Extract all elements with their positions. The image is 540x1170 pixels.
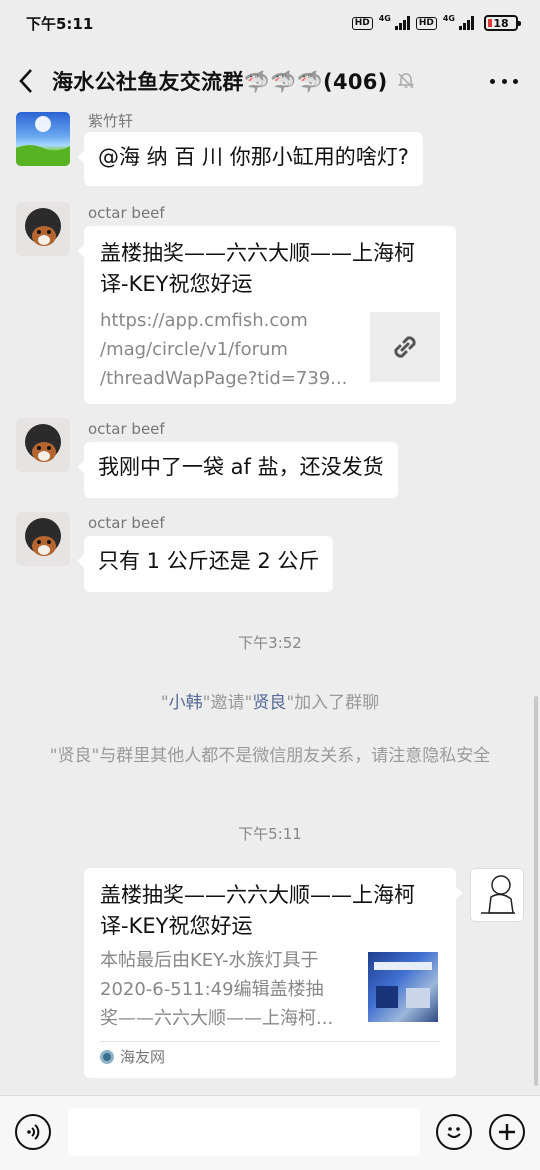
- dog-avatar-icon: [25, 518, 61, 556]
- card-desc-line-3: 奖——六六大顺——上海柯...: [100, 1008, 334, 1029]
- link-card-message[interactable]: 盖楼抽奖——六六大顺——上海柯译-KEY祝您好运 https://app.cmf…: [77, 226, 456, 404]
- sender-name: 紫竹轩: [88, 112, 134, 130]
- link-card-title: 盖楼抽奖——六六大顺——上海柯译-KEY祝您好运: [100, 241, 415, 296]
- status-icons: HD 4G HD 4G 18: [351, 14, 521, 31]
- avatar-zizhuxuan[interactable]: [16, 112, 70, 166]
- sys-text: "加入了群聊: [286, 693, 380, 713]
- timestamp: 下午3:52: [238, 634, 302, 652]
- battery-icon: 18: [484, 15, 521, 31]
- avatar-octar-beef[interactable]: [16, 202, 70, 256]
- back-arrow-icon: [19, 69, 32, 93]
- invitee-name-link[interactable]: 贤良: [252, 693, 286, 713]
- message-text: 只有 1 公斤还是 2 公斤: [98, 549, 320, 573]
- my-avatar[interactable]: [470, 868, 524, 922]
- card-source: 海友网: [100, 1042, 165, 1072]
- status-time: 下午5:11: [26, 14, 94, 33]
- voice-icon: [27, 1124, 40, 1140]
- system-privacy-message: "贤良"与群里其他人都不是微信朋友关系，请注意隐私安全: [49, 746, 491, 766]
- more-dots-icon: [490, 78, 495, 84]
- system-invite-message: "小韩"邀请"贤良"加入了群聊: [40, 690, 500, 716]
- emoji-button[interactable]: [436, 1114, 472, 1150]
- scrollbar-thumb[interactable]: [534, 696, 538, 1086]
- avatar-octar-beef[interactable]: [16, 512, 70, 566]
- network-type: 4G: [442, 14, 455, 23]
- card-desc-line-1: 本帖最后由KEY-水族灯具于: [100, 950, 319, 971]
- card-thumbnail-image: [368, 952, 438, 1022]
- card-source-name: 海友网: [120, 1048, 166, 1066]
- message-input[interactable]: [68, 1108, 420, 1156]
- dog-avatar-icon: [25, 424, 61, 462]
- chat-title: 海水公社鱼友交流群🦈🦈🦈(406): [52, 70, 388, 94]
- plus-icon: [499, 1124, 515, 1140]
- dog-avatar-icon: [25, 208, 61, 246]
- link-icon: [394, 336, 416, 358]
- status-bar: 下午5:11 HD 4G HD 4G 18: [0, 0, 540, 46]
- signal-icon: [394, 16, 410, 30]
- message-text: 我刚中了一袋 af 盐，还没发货: [98, 455, 384, 479]
- mute-bell-icon: [397, 73, 414, 89]
- haiyou-logo-icon: [100, 1050, 114, 1064]
- battery-level: 18: [493, 16, 509, 30]
- more-functions-button[interactable]: [489, 1114, 525, 1150]
- message-bubble[interactable]: 只有 1 公斤还是 2 公斤: [76, 536, 334, 592]
- link-thumbnail: [370, 312, 440, 382]
- sky-avatar-icon: [16, 116, 70, 166]
- emoji-icon: [447, 1127, 461, 1138]
- sys-text: ": [160, 693, 169, 713]
- more-button[interactable]: [490, 68, 518, 94]
- hd-badge: HD: [415, 16, 437, 30]
- signal-icon: [459, 16, 474, 30]
- sender-name: octar beef: [88, 514, 165, 532]
- sender-name: octar beef: [88, 420, 165, 438]
- sys-text: "邀请": [202, 693, 253, 713]
- avatar-octar-beef[interactable]: [16, 418, 70, 472]
- chat-messages[interactable]: 紫竹轩 @海 纳 百 川 你那小缸用的啥灯? octar beef 盖楼抽奖——…: [0, 110, 540, 1095]
- chat-header: 海水公社鱼友交流群🦈🦈🦈(406): [0, 52, 540, 110]
- card-desc-line-2: 2020-6-511:49编辑盖楼抽: [100, 979, 324, 1000]
- inviter-name-link[interactable]: 小韩: [169, 693, 203, 713]
- back-button[interactable]: [0, 52, 52, 110]
- input-bar: [0, 1095, 540, 1170]
- hd-badge: HD: [351, 16, 373, 30]
- sender-name: octar beef: [88, 204, 165, 222]
- message-bubble[interactable]: @海 纳 百 川 你那小缸用的啥灯?: [77, 132, 423, 186]
- timestamp: 下午5:11: [238, 825, 302, 843]
- voice-button[interactable]: [15, 1114, 51, 1150]
- message-text: @海 纳 百 川 你那小缸用的啥灯?: [98, 145, 409, 169]
- message-bubble[interactable]: 我刚中了一袋 af 盐，还没发货: [77, 442, 398, 498]
- network-type: 4G: [378, 14, 391, 23]
- link-card-title: 盖楼抽奖——六六大顺——上海柯译-KEY祝您好运: [100, 883, 415, 938]
- sketch-person-avatar-icon: [481, 875, 515, 914]
- my-link-card-message[interactable]: 盖楼抽奖——六六大顺——上海柯译-KEY祝您好运 本帖最后由KEY-水族灯具于 …: [84, 868, 463, 1078]
